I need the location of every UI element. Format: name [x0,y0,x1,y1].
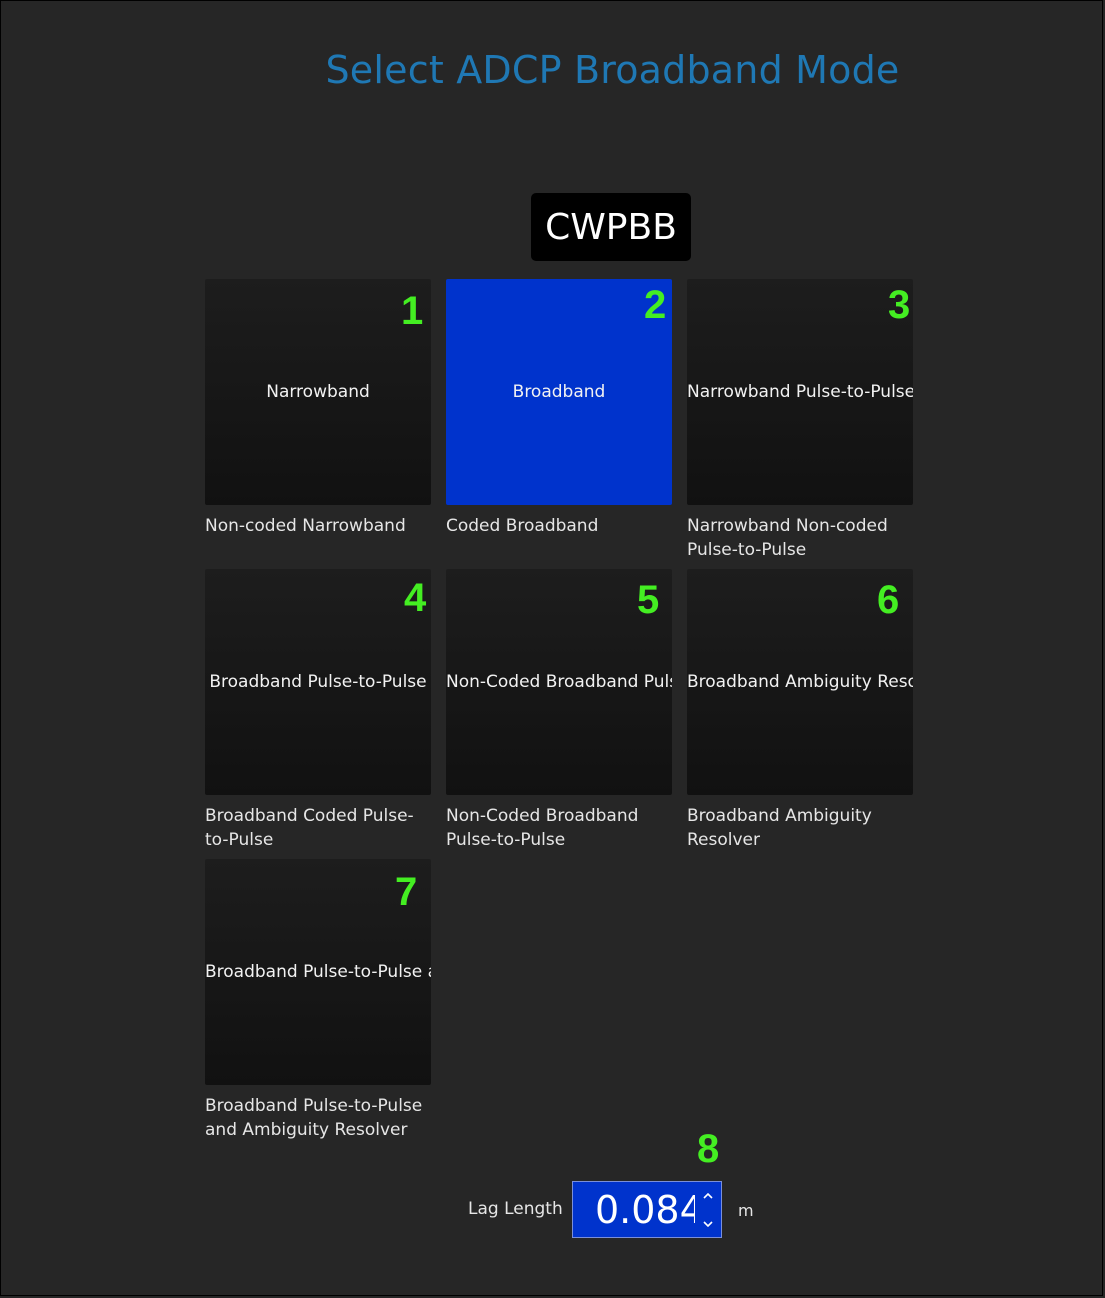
lag-length-input[interactable] [595,1188,695,1232]
tile-label: Non-Coded Broadband Puls [446,672,672,692]
tile-number-6: 6 [877,578,900,622]
mode-tile-broadband[interactable]: Broadband [446,279,672,505]
tile-description: Non-coded Narrowband [205,516,406,536]
tile-label: Broadband Pulse-to-Pulse [209,672,427,692]
tile-number-3: 3 [888,283,911,327]
page-title: Select ADCP Broadband Mode [325,48,900,92]
tile-label: Narrowband Pulse-to-Pulse [687,382,913,402]
tile-label: Narrowband [266,382,370,402]
mode-tile-broadband-pulse-to-pulse[interactable]: Broadband Pulse-to-Pulse [205,569,431,795]
lag-number-8: 8 [697,1127,720,1171]
tile-label: Broadband [512,382,606,402]
tile-description: Non-Coded Broadband Pulse-to-Pulse [446,806,639,850]
tile-number-4: 4 [404,576,427,620]
tile-label: Broadband Pulse-to-Pulse ar [205,962,431,982]
chevron-up-icon[interactable] [701,1188,715,1202]
tile-description: Broadband Pulse-to-Pulse and Ambiguity R… [205,1096,423,1140]
lag-length-label: Lag Length [468,1199,563,1219]
tile-description: Coded Broadband [446,516,599,536]
tile-number-7: 7 [395,870,418,914]
lag-unit-label: m [738,1201,754,1220]
tile-label: Broadband Ambiguity Resolv [687,672,913,692]
mode-tile-narrowband[interactable]: Narrowband [205,279,431,505]
chevron-down-icon[interactable] [701,1216,715,1230]
tile-description: Narrowband Non-coded Pulse-to-Pulse [687,516,888,560]
lag-length-spinner[interactable] [572,1181,722,1238]
mode-tile-narrowband-pulse-to-pulse[interactable]: Narrowband Pulse-to-Pulse [687,279,913,505]
tile-number-1: 1 [401,289,424,333]
current-mode-badge: CWPBB [531,193,691,261]
tile-description: Broadband Coded Pulse-to-Pulse [205,806,414,850]
tile-number-2: 2 [644,283,667,327]
tile-number-5: 5 [637,578,660,622]
tile-description: Broadband Ambiguity Resolver [687,806,872,850]
